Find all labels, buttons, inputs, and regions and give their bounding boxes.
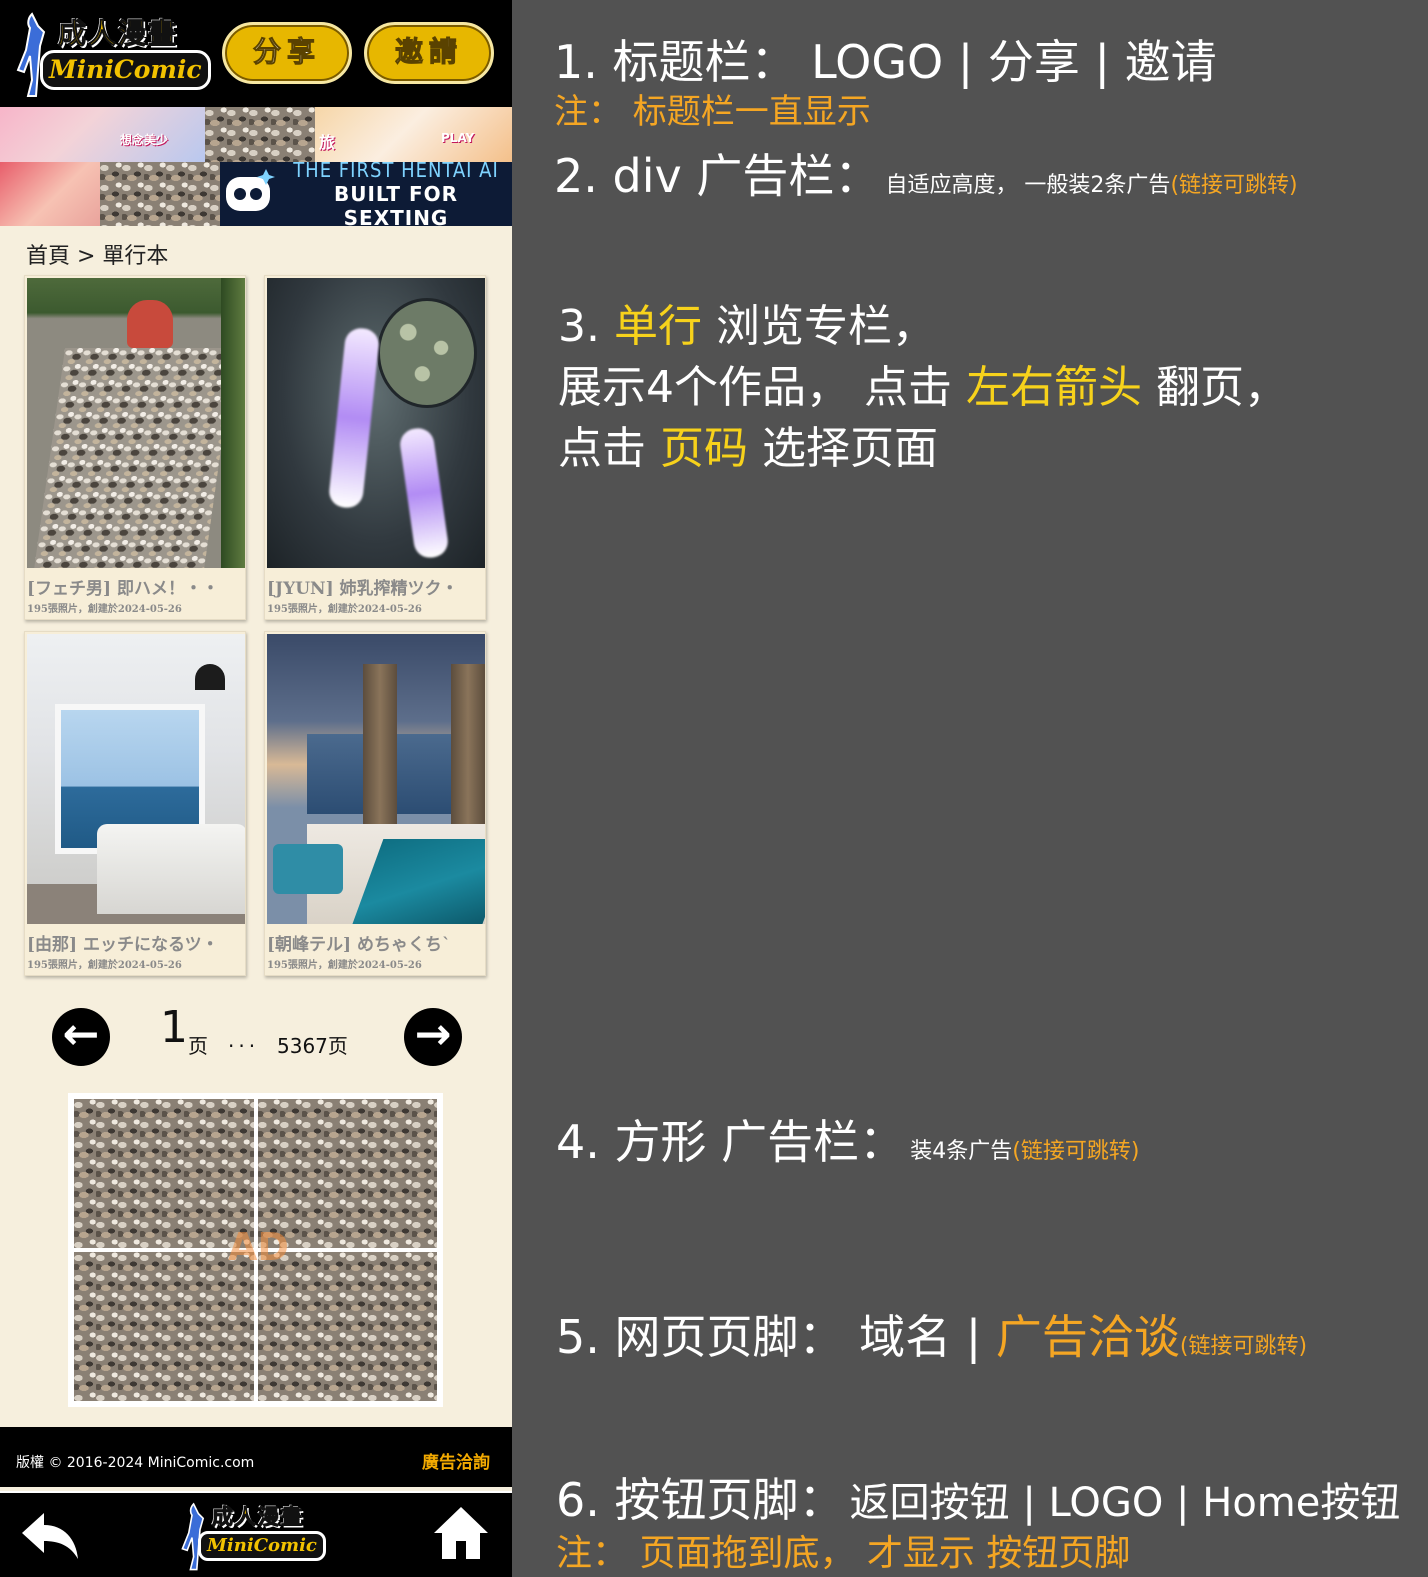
note-heading: 4. 方形 广告栏： (556, 1115, 906, 1169)
ai-ad: THE FIRST HENTAI AI BUILT FOR SEXTING (220, 162, 512, 226)
work-title: [JYUN] 姉乳搾精ツク・ (267, 579, 459, 599)
note-highlight: 左右箭头 (965, 362, 1142, 413)
note-square-ad: 4. 方形 广告栏： 装4条广告(链接可跳转) (556, 1106, 1139, 1172)
invite-button[interactable]: 邀請 (364, 22, 494, 84)
breadcrumb[interactable]: 首頁 > 單行本 (26, 238, 168, 270)
square-ad-slot[interactable] (74, 1252, 254, 1401)
square-ad-slot[interactable] (257, 1252, 437, 1401)
work-card[interactable]: [フェチ男] 即ハメ！・・ 195張照片，創建於2024-05-26 (24, 275, 246, 620)
note-highlight: 广告洽谈 (995, 1310, 1180, 1364)
work-cover (267, 634, 485, 924)
note-button-footer: 6. 按钮页脚： 返回按钮 | LOGO | Home按钮 (556, 1464, 1400, 1530)
work-card[interactable]: [朝峰テル] めちゃくち` 195張照片，創建於2024-05-26 (264, 631, 486, 976)
work-cover (267, 278, 485, 568)
ad-tag: PLAY (441, 131, 475, 145)
div-ad-banner: 想念美少 旅 PLAY THE FIRST HENTAI AI BUILT FO… (0, 107, 512, 226)
note-link: (链接可跳转) (1179, 1334, 1308, 1359)
note-text: 翻页， (1141, 362, 1288, 413)
work-meta: 195張照片，創建於2024-05-26 (27, 604, 182, 615)
note-text: 3. (558, 301, 614, 352)
page-unit: 页 (188, 1034, 208, 1058)
note-detail: 自适应高度， 一般装2条广告 (885, 173, 1171, 198)
note-heading: 5. 网页页脚： 域名 | (556, 1310, 996, 1364)
arrow-left-icon[interactable]: ← (52, 1008, 110, 1066)
page-number-current[interactable]: 1 (160, 1002, 188, 1053)
back-arrow-icon[interactable] (18, 1507, 82, 1563)
work-cover (27, 278, 245, 568)
logo-text-en: MiniComic (40, 50, 211, 90)
page-ellipsis: ... (228, 1028, 260, 1052)
arrow-right-icon[interactable]: → (404, 1008, 462, 1066)
page-number-last[interactable]: 5367页 (277, 1030, 348, 1059)
note-div-ad: 2. div 广告栏： 自适应高度， 一般装2条广告(链接可跳转) (554, 140, 1298, 206)
ad-image (205, 107, 315, 162)
logo-text-zh: 成人漫畫 (57, 17, 179, 51)
ad-image (0, 162, 100, 226)
note-link: (链接可跳转) (1012, 1139, 1140, 1164)
work-title: [フェチ男] 即ハメ！・・ (27, 579, 220, 599)
note-text: 点击 (558, 423, 660, 474)
ad-tag: 想念美少 (120, 133, 169, 147)
work-card[interactable]: [JYUN] 姉乳搾精ツク・ 195張照片，創建於2024-05-26 (264, 275, 486, 620)
note-text: 选择页面 (748, 423, 938, 474)
note-heading: 2. div 广告栏： (554, 149, 881, 203)
button-footer: 成人漫畫 MiniComic (0, 1491, 512, 1577)
work-title: [由那] エッチになるツ・ (27, 935, 219, 955)
square-ad-slot[interactable] (74, 1099, 254, 1248)
ad-inquiry-link[interactable]: 廣告洽詢 (422, 1448, 490, 1473)
note-browse-column: 3. 单行 浏览专栏， 展示4个作品， 点击 左右箭头 翻页， 点击 页码 选择… (558, 296, 1288, 479)
title-bar: 成人漫畫 MiniComic 分享 邀請 (0, 0, 512, 107)
work-meta: 195張照片，創建於2024-05-26 (267, 604, 422, 615)
note-page-footer: 5. 网页页脚： 域名 | 广告洽谈(链接可跳转) (556, 1301, 1307, 1367)
note-title-bar-sub: 注： 标题栏一直显示 (554, 92, 871, 132)
note-title-bar: 1. 标题栏： LOGO | 分享 | 邀请 (554, 35, 1217, 89)
logo-text-zh: 成人漫畫 (212, 1504, 304, 1530)
ad-image: 想念美少 (0, 107, 205, 162)
note-heading: 6. 按钮页脚： (556, 1473, 845, 1527)
note-text: 浏览专栏， (701, 301, 936, 352)
note-detail: 返回按钮 | LOGO | Home按钮 (849, 1480, 1401, 1526)
pagination: ← 1 页 ... 5367页 → (0, 1000, 512, 1080)
footer-logo[interactable]: 成人漫畫 MiniComic (176, 1499, 336, 1573)
ad-line-2: BUILT FOR SEXTING (333, 182, 459, 226)
page-footer: 版權 © 2016-2024 MiniComic.com 廣告洽詢 (0, 1427, 512, 1487)
note-detail: 装4条广告 (910, 1139, 1013, 1164)
site-logo[interactable]: 成人漫畫 MiniComic (10, 10, 215, 98)
note-highlight: 页码 (660, 423, 748, 474)
note-link: (链接可跳转) (1170, 173, 1298, 198)
note-text: 展示4个作品， 点击 (558, 362, 966, 413)
ad-image: 旅 PLAY (315, 107, 512, 162)
work-meta: 195張照片，創建於2024-05-26 (27, 960, 182, 971)
annotation-panel: 1. 标题栏： LOGO | 分享 | 邀请 注： 标题栏一直显示 2. div… (512, 0, 1428, 1577)
note-button-footer-sub: 注： 页面拖到底， 才显示 按钮页脚 (556, 1533, 1131, 1574)
ad-tag: 旅 (319, 133, 336, 152)
robot-icon (226, 169, 275, 211)
ad-banner-2[interactable]: THE FIRST HENTAI AI BUILT FOR SEXTING (0, 162, 512, 226)
ad-line-1: THE FIRST HENTAI AI (293, 162, 499, 182)
work-meta: 195張照片，創建於2024-05-26 (267, 960, 422, 971)
work-card[interactable]: [由那] エッチになるツ・ 195張照片，創建於2024-05-26 (24, 631, 246, 976)
ad-image (100, 162, 220, 226)
logo-text-en: MiniComic (198, 1531, 326, 1561)
note-highlight: 单行 (613, 301, 702, 352)
work-title: [朝峰テル] めちゃくち` (267, 935, 451, 955)
share-button[interactable]: 分享 (222, 22, 352, 84)
phone-mockup: 成人漫畫 MiniComic 分享 邀請 想念美少 旅 PLAY THE FIR… (0, 0, 512, 1577)
work-cover (27, 634, 245, 924)
ad-watermark: AD (228, 1225, 289, 1269)
copyright-text: 版權 © 2016-2024 MiniComic.com (16, 1455, 255, 1471)
ad-banner-1[interactable]: 想念美少 旅 PLAY (0, 107, 512, 162)
home-icon[interactable] (432, 1503, 490, 1561)
